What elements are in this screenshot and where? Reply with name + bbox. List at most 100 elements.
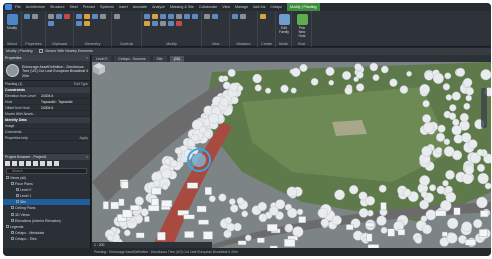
match-icon[interactable] bbox=[48, 21, 54, 26]
browser-tool-icon[interactable] bbox=[19, 161, 24, 166]
close-icon[interactable]: × bbox=[86, 154, 88, 160]
tab-modify-planting[interactable]: Modify | Planting bbox=[287, 3, 320, 11]
cut-geometry-icon[interactable] bbox=[84, 14, 90, 19]
cut-icon[interactable] bbox=[64, 14, 70, 19]
cope-icon[interactable] bbox=[76, 14, 82, 19]
move-icon[interactable] bbox=[168, 14, 174, 19]
moves-with-nearby-checkbox[interactable] bbox=[38, 49, 43, 53]
tree bbox=[465, 87, 474, 96]
browser-tool-icon[interactable] bbox=[47, 161, 52, 166]
trim-icon[interactable] bbox=[192, 14, 198, 19]
browser-tree: Views (all) Floor Plans Level 0 Level 1 Site… bbox=[3, 175, 90, 242]
expand-toggle-icon[interactable] bbox=[11, 212, 14, 216]
browser-tree-label: Cetapo - Tiles bbox=[15, 236, 37, 241]
expand-toggle-icon[interactable] bbox=[16, 188, 19, 192]
tab-architecture[interactable]: Architecture bbox=[26, 3, 45, 11]
expand-toggle-icon[interactable] bbox=[11, 206, 14, 210]
properties-footer: Properties help Apply bbox=[3, 135, 90, 141]
tab-systems[interactable]: Systems bbox=[100, 3, 114, 11]
edit-type-button[interactable]: Edit Type bbox=[74, 81, 88, 86]
properties-icon[interactable] bbox=[24, 14, 30, 19]
activate-dimensions-icon[interactable] bbox=[114, 14, 120, 19]
paste-icon[interactable] bbox=[48, 14, 54, 19]
align-icon[interactable] bbox=[144, 14, 150, 19]
measure-icon[interactable] bbox=[232, 14, 238, 19]
expand-toggle-icon[interactable] bbox=[11, 236, 14, 240]
tab-analyze[interactable]: Analyze bbox=[152, 3, 165, 11]
type-properties-icon[interactable] bbox=[32, 14, 38, 19]
offset-icon[interactable] bbox=[152, 14, 158, 19]
browser-tool-icon[interactable] bbox=[5, 161, 10, 166]
browser-tool-icon[interactable] bbox=[54, 161, 59, 166]
tab-insert[interactable]: Insert bbox=[119, 3, 128, 11]
viewcube-icon[interactable] bbox=[92, 62, 106, 76]
tree bbox=[451, 91, 461, 101]
rotate-icon[interactable] bbox=[184, 14, 190, 19]
array-icon[interactable] bbox=[152, 21, 158, 26]
expand-toggle-icon[interactable] bbox=[11, 218, 14, 222]
copy-icon[interactable] bbox=[56, 14, 62, 19]
scale-icon[interactable] bbox=[160, 21, 166, 26]
tree bbox=[170, 159, 178, 168]
properties-help-link[interactable]: Properties help bbox=[5, 136, 28, 140]
tab-collaborate[interactable]: Collaborate bbox=[199, 3, 217, 11]
ribbon-tab-bar: File Architecture Structure Steel Precas… bbox=[3, 3, 491, 11]
browser-search-input[interactable]: Search bbox=[6, 168, 87, 174]
tab-manage[interactable]: Manage bbox=[235, 3, 248, 11]
browser-tool-icon[interactable] bbox=[33, 161, 38, 166]
selected-tree[interactable] bbox=[192, 153, 206, 167]
browser-tool-icon[interactable] bbox=[12, 161, 17, 166]
tab-annotate[interactable]: Annotate bbox=[133, 3, 147, 11]
navigation-bar[interactable] bbox=[481, 88, 487, 128]
expand-toggle-icon[interactable] bbox=[16, 194, 19, 198]
tree bbox=[442, 179, 449, 187]
tab-cetapo[interactable]: Cetapo bbox=[270, 3, 282, 11]
building bbox=[465, 239, 476, 246]
tree bbox=[380, 65, 389, 74]
browser-tool-icon[interactable] bbox=[40, 161, 45, 166]
tab-precast[interactable]: Precast bbox=[83, 3, 95, 11]
pin-icon[interactable] bbox=[168, 21, 174, 26]
split-face-icon[interactable] bbox=[76, 21, 82, 26]
tab-steel[interactable]: Steel bbox=[70, 3, 78, 11]
copy-modify-icon[interactable] bbox=[176, 14, 182, 19]
split-icon[interactable] bbox=[144, 21, 150, 26]
delete-icon[interactable] bbox=[176, 21, 182, 26]
tab-view[interactable]: View bbox=[222, 3, 230, 11]
browser-tool-icon[interactable] bbox=[26, 161, 31, 166]
mirror-icon[interactable] bbox=[160, 14, 166, 19]
properties-palette: Properties × Entourage AssetDefinition -… bbox=[3, 55, 91, 153]
edit-family-button[interactable]: Edit Family bbox=[277, 14, 291, 36]
override-icon[interactable] bbox=[212, 14, 218, 19]
tree bbox=[299, 63, 308, 72]
app-logo-icon[interactable] bbox=[5, 4, 12, 10]
building bbox=[198, 219, 209, 225]
tab-file[interactable]: File bbox=[15, 3, 21, 11]
expand-toggle-icon[interactable] bbox=[11, 182, 14, 186]
paint-icon[interactable] bbox=[84, 21, 90, 26]
tree bbox=[424, 71, 434, 81]
wall-joins-icon[interactable] bbox=[100, 14, 106, 19]
expand-toggle-icon[interactable] bbox=[6, 176, 9, 179]
create-group-icon[interactable] bbox=[260, 14, 266, 19]
tab-structure[interactable]: Structure bbox=[50, 3, 65, 11]
property-row[interactable]: Moves With Nearb... bbox=[3, 111, 90, 117]
type-selector[interactable]: Entourage AssetDefinition - Deciduous Tr… bbox=[3, 61, 90, 81]
tree bbox=[456, 67, 466, 77]
expand-toggle-icon[interactable] bbox=[16, 200, 19, 204]
cursor-icon bbox=[6, 14, 18, 25]
tab-add-ins[interactable]: Add-Ins bbox=[253, 3, 265, 11]
dimension-icon[interactable] bbox=[240, 14, 246, 19]
3d-viewport[interactable] bbox=[92, 62, 491, 248]
join-icon[interactable] bbox=[92, 14, 98, 19]
expand-toggle-icon[interactable] bbox=[11, 230, 14, 234]
browser-tree-item[interactable]: Cetapo - Tiles bbox=[3, 236, 90, 242]
modify-button[interactable]: Modify bbox=[5, 14, 19, 36]
expand-toggle-icon[interactable] bbox=[6, 224, 9, 228]
hide-icon[interactable] bbox=[204, 14, 210, 19]
tab-massing-site[interactable]: Massing & Site bbox=[170, 3, 194, 11]
apply-button[interactable]: Apply bbox=[80, 135, 88, 140]
pick-new-host-button[interactable]: Pick New Host bbox=[295, 14, 309, 38]
instance-filter[interactable]: Planting (1) Edit Type bbox=[3, 81, 90, 87]
view-scale[interactable]: 1 : 200 bbox=[94, 243, 104, 247]
